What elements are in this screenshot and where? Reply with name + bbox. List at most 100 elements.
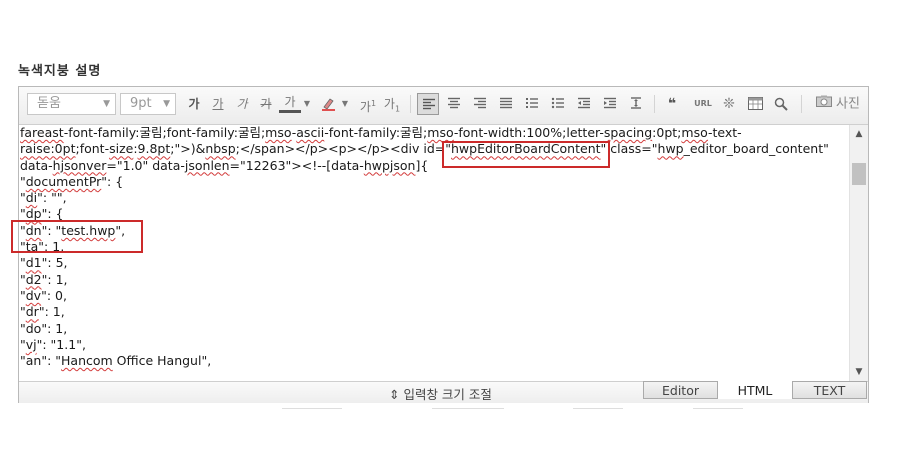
divider-line bbox=[432, 408, 504, 409]
source-text: ;</span></p><p></p><div id=" bbox=[235, 141, 451, 157]
strikethrough-button[interactable]: 가 bbox=[255, 93, 277, 115]
search-button[interactable] bbox=[770, 93, 792, 115]
resize-input-handle[interactable]: ⇕ 입력창 크기 조절 bbox=[389, 384, 492, 403]
font-color-button[interactable]: 가 bbox=[279, 93, 301, 113]
camera-icon bbox=[816, 93, 832, 115]
spellcheck-flagged-word: ascii bbox=[296, 125, 325, 140]
subscript-button[interactable]: 가1 bbox=[381, 93, 403, 115]
html-source-textarea[interactable]: fareast-font-family:굴림;font-family:굴림;ms… bbox=[19, 125, 849, 381]
toolbar-divider bbox=[801, 95, 802, 113]
source-line: "dn": "test.hwp", bbox=[20, 223, 849, 239]
source-line: "vj": "1.1", bbox=[20, 337, 849, 353]
scroll-up-arrow-icon[interactable]: ▲ bbox=[850, 127, 868, 141]
spellcheck-flagged-word: vj bbox=[25, 336, 37, 352]
align-left-icon bbox=[423, 98, 435, 110]
font-size-select[interactable]: 9pt ▼ bbox=[120, 93, 176, 115]
url-link-button[interactable]: URL bbox=[692, 93, 714, 115]
spellcheck-flagged-word: size bbox=[109, 141, 134, 157]
annotation-box-document-name bbox=[11, 220, 143, 253]
align-center-icon bbox=[448, 97, 460, 109]
superscript-button[interactable]: 가1 bbox=[357, 93, 379, 115]
numbered-list-button[interactable] bbox=[521, 93, 543, 115]
chevron-down-icon: ▼ bbox=[103, 99, 110, 109]
bold-button[interactable]: 가 bbox=[183, 93, 205, 115]
source-line: "dp": { bbox=[20, 206, 849, 222]
indent-icon bbox=[604, 97, 616, 109]
superscript-label: 가 bbox=[359, 100, 371, 114]
vertical-scrollbar[interactable]: ▲ ▼ bbox=[849, 125, 868, 381]
source-line: "d2": 1, bbox=[20, 272, 849, 288]
spellcheck-flagged-word: nbsp bbox=[205, 141, 236, 157]
subscript-label: 가 bbox=[383, 97, 395, 111]
chevron-down-icon: ▼ bbox=[163, 99, 170, 109]
editor-bottom-bar: ⇕ 입력창 크기 조절 Editor HTML TEXT bbox=[19, 381, 868, 403]
spellcheck-flagged-word: 9.8pt bbox=[137, 141, 171, 157]
source-line: data-hjsonver="1.0" data-jsonlen="12263"… bbox=[20, 158, 849, 174]
align-justify-button[interactable] bbox=[495, 93, 517, 115]
source-line: "documentPr": { bbox=[20, 174, 849, 190]
spellcheck-flagged-word: jsonlen bbox=[184, 157, 230, 173]
source-line: "do": 1, bbox=[20, 321, 849, 337]
source-line: "di": "", bbox=[20, 190, 849, 206]
spellcheck-flagged-word: hwp bbox=[657, 141, 684, 157]
highlight-color-button[interactable] bbox=[317, 93, 339, 115]
align-center-button[interactable] bbox=[443, 93, 465, 115]
section-heading: 녹색지붕 설명 bbox=[18, 64, 102, 76]
source-line: "dv": 0, bbox=[20, 288, 849, 304]
align-right-icon bbox=[474, 97, 486, 109]
highlight-color-dropdown[interactable]: ▼ bbox=[340, 93, 350, 115]
align-right-button[interactable] bbox=[469, 93, 491, 115]
scroll-thumb[interactable] bbox=[852, 163, 866, 185]
quote-button[interactable]: ❝ bbox=[661, 93, 683, 115]
rich-text-editor: 돋움 ▼ 9pt ▼ 가 가 가 가 가 ▼ ▼ 가1 가1 ❝ URL ❊ 사… bbox=[18, 86, 869, 403]
spellcheck-flagged-word: d1 bbox=[25, 255, 42, 271]
source-line: "an": "Hancom Office Hangul", bbox=[20, 353, 849, 369]
numbered-list-icon bbox=[526, 98, 538, 108]
source-text: Office Hangul", bbox=[112, 353, 212, 369]
source-text: "do": 1, bbox=[20, 320, 68, 336]
special-char-button[interactable]: ❊ bbox=[718, 93, 740, 115]
photo-upload-button[interactable]: 사진 bbox=[816, 93, 860, 115]
source-text: ": { bbox=[101, 173, 124, 189]
source-text: ": 1, bbox=[41, 271, 68, 287]
italic-button[interactable]: 가 bbox=[231, 93, 253, 115]
underline-button[interactable]: 가 bbox=[207, 93, 229, 115]
source-text: -font-family:굴림; bbox=[324, 125, 428, 140]
tab-editor[interactable]: Editor bbox=[643, 381, 718, 399]
table-icon bbox=[748, 97, 763, 110]
outdent-button[interactable] bbox=[573, 93, 595, 115]
source-text: ="12263"><!--[data- bbox=[229, 157, 364, 173]
editor-toolbar: 돋움 ▼ 9pt ▼ 가 가 가 가 가 ▼ ▼ 가1 가1 ❝ URL ❊ 사… bbox=[19, 87, 868, 125]
source-text: data- bbox=[20, 157, 53, 173]
source-line: raise:0pt;font-size:9.8pt;">)&nbsp;</spa… bbox=[20, 141, 849, 157]
scroll-down-arrow-icon[interactable]: ▼ bbox=[850, 365, 868, 379]
photo-label: 사진 bbox=[836, 96, 860, 112]
divider-line bbox=[573, 408, 623, 409]
source-text: ": 0, bbox=[41, 287, 67, 303]
source-text: _editor_board_content" bbox=[683, 141, 829, 157]
indent-button[interactable] bbox=[599, 93, 621, 115]
spellcheck-flagged-word: spacing bbox=[603, 125, 653, 140]
highlighter-icon bbox=[322, 98, 335, 111]
source-text: ;font- bbox=[75, 141, 110, 157]
align-left-button[interactable] bbox=[417, 93, 439, 115]
tab-html[interactable]: HTML bbox=[718, 381, 792, 399]
font-color-dropdown[interactable]: ▼ bbox=[302, 93, 312, 115]
source-text: -text- bbox=[707, 125, 742, 140]
table-button[interactable] bbox=[744, 93, 766, 115]
spellcheck-flagged-word: fareast bbox=[20, 125, 64, 140]
font-family-select[interactable]: 돋움 ▼ bbox=[27, 93, 116, 115]
annotation-box-board-content-id bbox=[442, 141, 610, 168]
tab-text[interactable]: TEXT bbox=[792, 381, 867, 399]
spellcheck-flagged-word: raise:0pt bbox=[20, 141, 76, 157]
line-height-button[interactable] bbox=[625, 93, 647, 115]
line-height-icon bbox=[631, 97, 641, 109]
spellcheck-flagged-word: documentPr bbox=[25, 173, 102, 189]
toolbar-divider bbox=[654, 95, 655, 113]
spellcheck-flagged-word: mso bbox=[681, 125, 708, 140]
spellcheck-flagged-word: hjsonver bbox=[52, 157, 107, 173]
source-text: ": 1, bbox=[38, 304, 65, 320]
bullet-list-button[interactable] bbox=[547, 93, 569, 115]
toolbar-divider bbox=[410, 95, 411, 113]
source-text: ="1.0" data- bbox=[106, 157, 185, 173]
